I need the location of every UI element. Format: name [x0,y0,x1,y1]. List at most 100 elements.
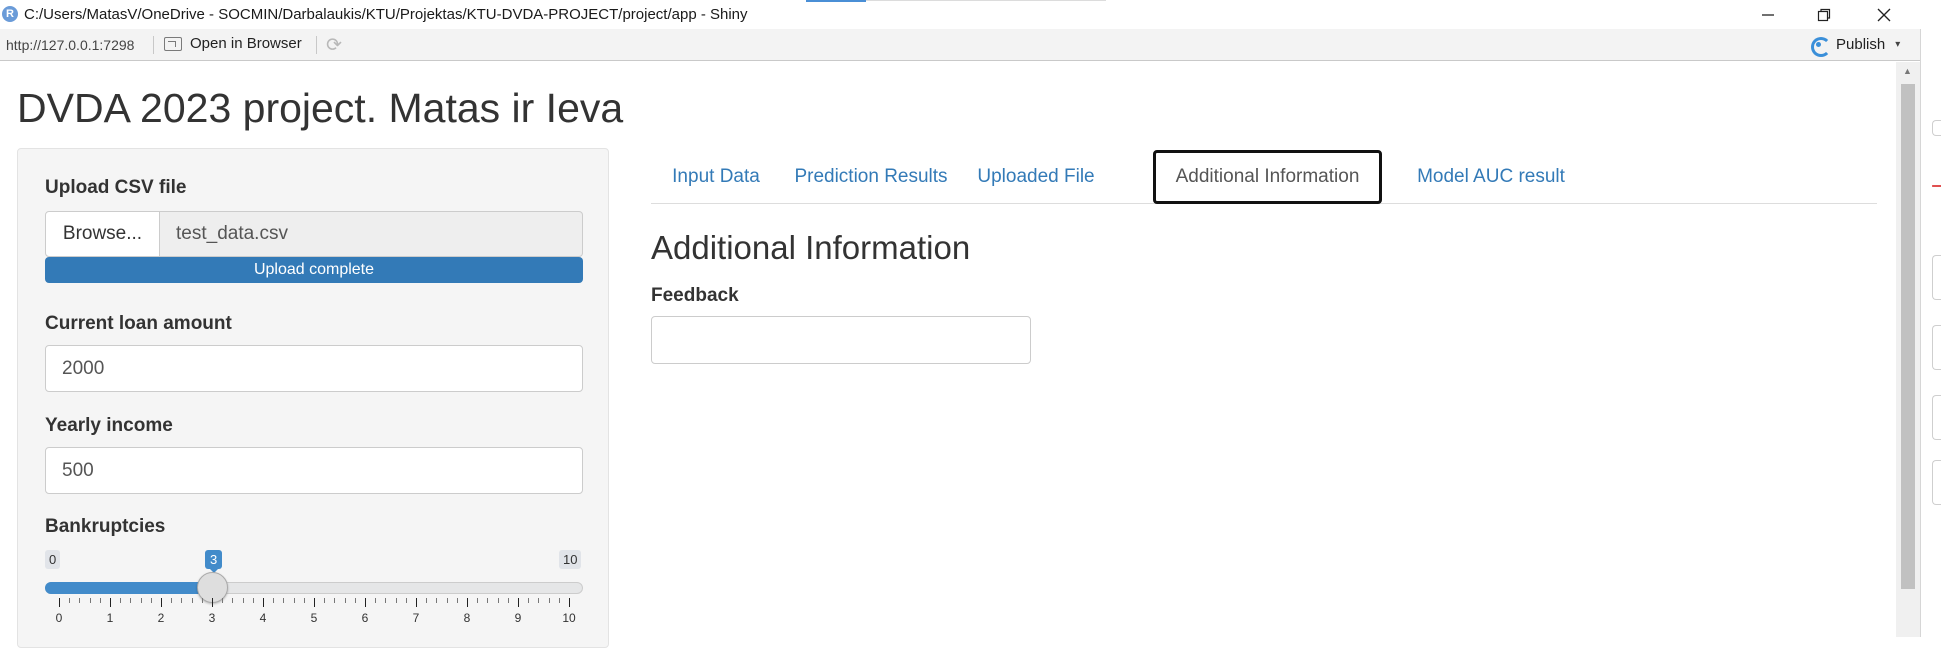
slider-minor-tick [283,598,285,603]
slider-minor-tick [99,598,101,603]
close-button[interactable] [1856,0,1912,29]
slider-minor-tick [252,598,254,603]
slider-tick-label: 4 [259,611,267,625]
slider-minor-tick [426,598,428,603]
slider-minor-tick [191,598,193,603]
slider-minor-tick [242,598,244,603]
slider-minor-tick [303,598,305,603]
browse-button[interactable]: Browse... [45,211,160,257]
slider-minor-tick [436,598,438,603]
adjacent-panel-control [1932,255,1941,300]
window-title-bar: R C:/Users/MatasV/OneDrive - SOCMIN/Darb… [0,0,1941,29]
slider-minor-tick [79,598,81,603]
slider-tick-label: 7 [412,611,420,625]
yearly-income-label: Yearly income [45,415,173,436]
slider-tick-label: 1 [106,611,114,625]
slider-minor-tick [140,598,142,603]
slider-minor-tick [507,598,509,603]
upload-progress-bar: Upload complete [45,257,583,283]
slider-major-tick [110,598,111,607]
slider-minor-tick [69,598,71,603]
tab-bar: Input Data Prediction Results Uploaded F… [651,150,1877,204]
adjacent-panel-control [1932,395,1941,440]
adjacent-panel-marker [1932,185,1941,187]
slider-tick-label: 0 [55,611,63,625]
open-in-browser-button[interactable]: Open in Browser [164,35,302,52]
slider-minor-tick [130,598,132,603]
slider-max-label: 10 [559,550,582,569]
slider-minor-tick [334,598,336,603]
upload-label: Upload CSV file [45,177,187,198]
adjacent-panel-control [1932,120,1941,136]
chevron-down-icon[interactable]: ▾ [1895,39,1900,50]
slider-minor-tick [528,598,530,603]
slider-minor-tick [293,598,295,603]
title-divider-line [866,0,1106,1]
loan-amount-label: Current loan amount [45,313,232,334]
slider-minor-tick [446,598,448,603]
slider-major-tick [416,598,417,607]
slider-minor-tick [232,598,234,603]
slider-minor-tick [89,598,91,603]
publish-button[interactable]: Publish ▾ [1810,35,1900,57]
slider-minor-tick [171,598,173,603]
vertical-scrollbar[interactable]: ▲ [1896,62,1920,637]
adjacent-panel-control [1932,460,1941,505]
slider-minor-tick [375,598,377,603]
tab-additional-information[interactable]: Additional Information [1153,150,1382,204]
file-upload-input[interactable]: Browse... test_data.csv [45,211,583,257]
slider-minor-tick [548,598,550,603]
title-accent-line [806,0,866,2]
slider-minor-tick [344,598,346,603]
slider-minor-tick [477,598,479,603]
slider-major-tick [467,598,468,607]
slider-major-tick [365,598,366,607]
slider-minor-tick [354,598,356,603]
slider-minor-tick [201,598,203,603]
slider-major-tick [161,598,162,607]
file-name-field[interactable]: test_data.csv [160,211,583,257]
restore-button[interactable] [1796,0,1852,29]
slider-minor-tick [538,598,540,603]
slider-minor-tick [150,598,152,603]
restore-icon [1817,8,1831,21]
slider-tick-label: 10 [562,611,576,625]
window-title: C:/Users/MatasV/OneDrive - SOCMIN/Darbal… [24,6,748,23]
tab-uploaded-file[interactable]: Uploaded File [961,150,1111,204]
refresh-icon[interactable]: ⟳ [326,34,342,57]
yearly-income-input[interactable]: 500 [45,447,583,494]
feedback-input[interactable] [651,316,1031,364]
page-title: DVDA 2023 project. Matas ir Ieva [17,85,624,131]
publish-label: Publish [1836,35,1886,53]
slider-major-tick [314,598,315,607]
open-in-browser-label: Open in Browser [190,35,302,52]
toolbar-separator [316,36,317,54]
scroll-up-icon[interactable]: ▲ [1903,66,1912,76]
app-url: http://127.0.0.1:7298 [6,37,135,53]
slider-tick-label: 2 [157,611,165,625]
tab-input-data[interactable]: Input Data [651,150,781,204]
scrollbar-thumb[interactable] [1901,84,1915,589]
minimize-button[interactable] [1740,0,1796,29]
slider-minor-tick [273,598,275,603]
slider-major-tick [569,598,570,607]
slider-tick-label: 8 [463,611,471,625]
slider-tick-label: 9 [514,611,522,625]
bankruptcies-label: Bankruptcies [45,516,166,537]
r-app-icon: R [2,6,18,22]
feedback-label: Feedback [651,285,739,306]
slider-minor-tick [324,598,326,603]
close-icon [1877,8,1891,21]
loan-amount-input[interactable]: 2000 [45,345,583,392]
tab-model-auc-result[interactable]: Model AUC result [1391,150,1591,204]
slider-minor-tick [385,598,387,603]
slider-minor-tick [222,598,224,603]
slider-value-label: 3 [205,550,223,573]
slider-major-tick [518,598,519,607]
section-title: Additional Information [651,229,971,266]
slider-minor-tick [120,598,122,603]
minimize-icon [1762,13,1774,16]
slider-tick-label: 6 [361,611,369,625]
slider-tick-label: 5 [310,611,318,625]
tab-prediction-results[interactable]: Prediction Results [781,150,961,204]
